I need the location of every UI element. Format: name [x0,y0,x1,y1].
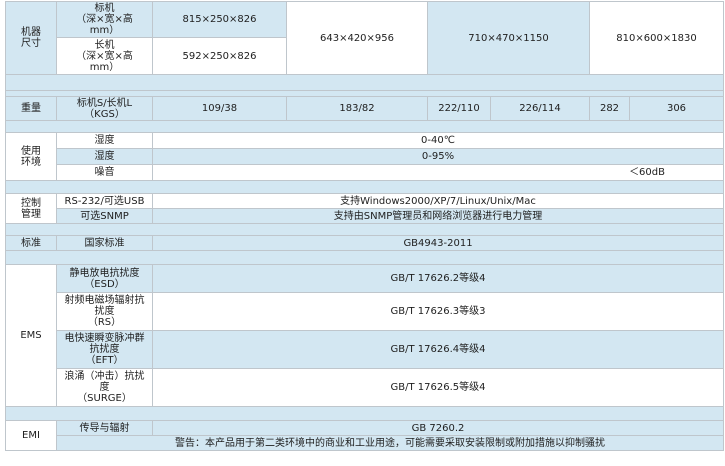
ems-row: 浪涌（冲击）抗扰度（SURGE） GB/T 17626.5等级4 [6,368,724,407]
standard-row: 标准 国家标准 GB4943-2011 [5,235,724,251]
weight-unit-label: 标机S/长机L （KGS） [56,96,153,121]
section-gap [5,406,724,421]
section-gap [5,223,724,236]
emi-item-value: GB 7260.2 [152,420,724,436]
environment-item-value: ＜60dB [152,164,724,181]
ems-item-label: 浪涌（冲击）抗扰度（SURGE） [56,368,153,407]
size-category-label: 机器 尺寸 [5,1,57,75]
standard-item-value: GB4943-2011 [152,235,724,251]
ems-row: 电快速瞬变脉冲群 抗扰度 （EFT） GB/T 17626.4等级4 [6,330,724,369]
control-category-label: 控制 管理 [5,193,57,224]
ems-item-value: GB/T 17626.2等级4 [152,264,724,293]
weight-value: 226/114 [490,96,590,121]
environment-item-label: 湿度 [56,132,153,149]
control-row: 可选SNMP 支持由SNMP管理员和网络浏览器进行电力管理 [6,208,724,224]
weight-row: 重量 标机S/长机L （KGS） 109/38 183/82 222/110 22… [5,96,724,121]
standard-category-label: 标准 [5,235,57,251]
emi-item-label: 传导与辐射 [56,420,153,436]
size-value: 643×420×956 [286,1,428,75]
control-item-value: 支持由SNMP管理员和网络浏览器进行电力管理 [152,208,724,224]
weight-value: 306 [629,96,724,121]
control-item-label: RS-232/可选USB [56,193,153,209]
section-gap [5,180,724,194]
ems-item-label: 静电放电抗扰度 （ESD） [56,264,153,293]
size-long-label: 长机 （深×宽×高 mm） [56,37,153,75]
environment-item-value: 0-40℃ [152,132,724,149]
environment-category-label: 使用 环境 [5,132,57,181]
control-row: 控制 管理 RS-232/可选USB 支持Windows2000/XP/7/Lin… [5,193,724,224]
size-long-value: 592×250×826 [152,37,287,75]
ems-item-value: GB/T 17626.4等级4 [152,330,724,369]
weight-value: 183/82 [286,96,428,121]
environment-row: 噪音 ＜60dB [6,164,724,181]
ems-item-value: GB/T 17626.5等级4 [152,368,724,407]
spec-table: 机器 尺寸 标机 （深×宽×高 mm） 815×250×826 643×420×956… [5,1,724,451]
warning-note: 警告：本产品用于第二类环境中的商业和工业用途，可能需要采取安装限制或附加措施以抑… [56,435,724,451]
control-item-label: 可选SNMP [56,208,153,224]
ems-item-label: 射频电磁场辐射抗 扰度 （RS） [56,292,153,331]
environment-row: 湿度 0-95% [6,148,724,165]
emi-row: EMI 传导与辐射 GB 7260.2 [5,420,724,451]
ems-item-value: GB/T 17626.3等级3 [152,292,724,331]
standard-item-label: 国家标准 [56,235,153,251]
size-value: 810×600×1830 [589,1,724,75]
section-gap [5,250,724,265]
weight-value: 282 [589,96,630,121]
weight-value: 222/110 [427,96,491,121]
environment-item-label: 湿度 [56,148,153,165]
ems-item-label: 电快速瞬变脉冲群 抗扰度 （EFT） [56,330,153,369]
size-standard-value: 815×250×826 [152,1,287,38]
size-row-standard: 机器 尺寸 标机 （深×宽×高 mm） 815×250×826 643×420×956… [5,1,724,75]
weight-category-label: 重量 [5,96,57,121]
section-gap [5,74,724,91]
weight-value: 109/38 [152,96,287,121]
environment-row: 使用 环境 湿度 0-40℃ [5,132,724,181]
ems-row: EMS 静电放电抗扰度 （ESD） GB/T 17626.2等级4 [5,264,724,407]
emi-category-label: EMI [5,420,57,451]
ems-category-label: EMS [5,264,57,407]
size-value: 710×470×1150 [427,1,590,75]
ems-row: 射频电磁场辐射抗 扰度 （RS） GB/T 17626.3等级3 [6,292,724,331]
emi-warning-row: 警告：本产品用于第二类环境中的商业和工业用途，可能需要采取安装限制或附加措施以抑… [6,435,724,451]
size-standard-label: 标机 （深×宽×高 mm） [56,1,153,38]
control-item-value: 支持Windows2000/XP/7/Linux/Unix/Mac [152,193,724,209]
environment-item-value: 0-95% [152,148,724,165]
environment-item-label: 噪音 [56,164,153,181]
section-gap [5,120,724,133]
